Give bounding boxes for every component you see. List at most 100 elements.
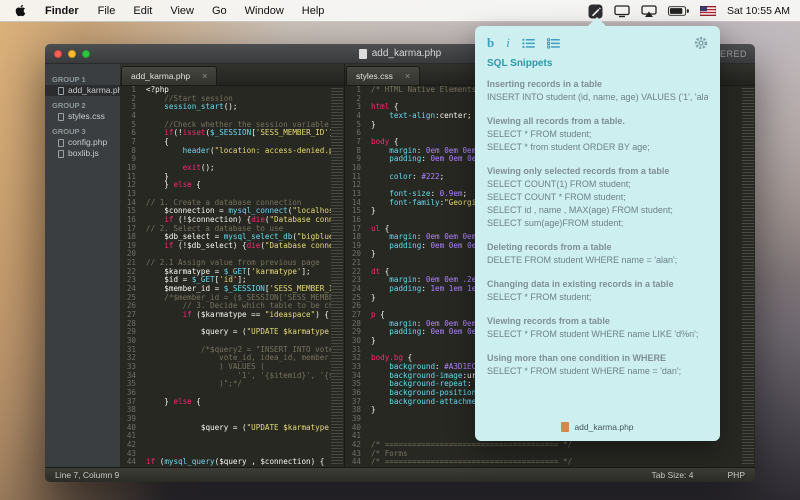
code-text[interactable]: <?php //Start session session_start(); /… [141, 86, 331, 467]
minimize-button[interactable] [68, 50, 76, 58]
popover-toolbar: b i [487, 33, 708, 53]
sidebar: GROUP 1add_karma.php GROUP 2styles.css GRO… [45, 64, 120, 467]
code-line[interactable]: } else { [146, 181, 331, 190]
code-line[interactable]: )";*/ [146, 380, 331, 389]
snippet-sql-line: SELECT * FROM student WHERE name = 'dan'… [487, 365, 708, 378]
tab-close-icon[interactable]: × [405, 72, 410, 81]
snippets-popover: b i SQL Snippets Inserting records in a … [475, 26, 720, 441]
code-line[interactable] [146, 441, 331, 450]
snippet-sql-line: SELECT * FROM student WHERE name LIKE 'd… [487, 328, 708, 341]
menu-item-window[interactable]: Window [236, 0, 293, 22]
sidebar-file-name: styles.css [68, 111, 105, 122]
snippet-sections: Inserting records in a tableINSERT INTO … [487, 78, 708, 378]
close-button[interactable] [54, 50, 62, 58]
tab-size-indicator[interactable]: Tab Size: 4 [651, 470, 693, 480]
code-line[interactable]: } else { [146, 398, 331, 407]
menu-item-file[interactable]: File [89, 0, 125, 22]
snippet-sql-line: SELECT COUNT * FROM student; [487, 191, 708, 204]
code-editor[interactable]: 1234567891011121314151617181920212223242… [120, 86, 344, 467]
snippet-section-title: Viewing records from a table [487, 315, 708, 328]
code-line[interactable]: /* =====================================… [371, 458, 742, 467]
menu-clock[interactable]: Sat 10:55 AM [727, 5, 790, 17]
snippet-section-title: Inserting records in a table [487, 78, 708, 91]
snippet-sql-line: DELETE FROM student WHERE name = 'alan'; [487, 254, 708, 267]
code-line[interactable]: if (mysql_query($query , $connection) { [146, 458, 331, 467]
sidebar-file-config.php[interactable]: config.php [45, 137, 120, 148]
code-line[interactable] [146, 432, 331, 441]
snippet-sql-line: SELECT COUNT(1) FROM student; [487, 178, 708, 191]
snippet-sql-line: INSERT INTO student (id, name, age) VALU… [487, 91, 708, 104]
italic-button[interactable]: i [506, 35, 510, 51]
traffic-lights [54, 44, 90, 64]
zoom-button[interactable] [82, 50, 90, 58]
battery-icon[interactable] [668, 6, 689, 16]
snippet-section: Changing data in existing records in a t… [487, 278, 708, 304]
display-icon[interactable] [614, 5, 630, 18]
menu-bar-extras: Sat 10:55 AM [588, 0, 790, 22]
check-list-icon[interactable] [547, 38, 560, 49]
tab-styles.css[interactable]: styles.css× [346, 66, 420, 85]
sidebar-file-add_karma.php[interactable]: add_karma.php [45, 85, 120, 96]
snippet-section: Viewing only selected records from a tab… [487, 165, 708, 230]
code-line[interactable]: header("location: access-denied.php"); [146, 147, 331, 156]
line-number: 44 [345, 458, 361, 467]
snippet-sql-line: SELECT sum(age)FROM student; [487, 217, 708, 230]
code-line[interactable] [146, 406, 331, 415]
attached-file-name: add_karma.php [574, 422, 633, 432]
apple-icon [15, 4, 26, 17]
file-icon [58, 150, 64, 158]
menu-item-view[interactable]: View [161, 0, 203, 22]
settings-gear-icon[interactable] [694, 36, 708, 50]
tab-label: add_karma.php [131, 71, 190, 81]
sidebar-file-boxlib.js[interactable]: boxlib.js [45, 148, 120, 159]
desktop-wallpaper: FinderFileEditViewGoWindowHelp Sat 10:55… [0, 0, 800, 500]
file-icon [58, 113, 64, 121]
sidebar-file-styles.css[interactable]: styles.css [45, 111, 120, 122]
code-line[interactable]: if(!isset($_SESSION['SESS_MEMBER_ID']) [146, 129, 331, 138]
airplay-icon[interactable] [641, 5, 657, 18]
us-flag-icon[interactable] [700, 6, 716, 16]
minimap[interactable] [742, 88, 754, 465]
apple-menu[interactable] [0, 4, 36, 17]
line-number: 44 [120, 458, 136, 467]
menu-item-help[interactable]: Help [293, 0, 334, 22]
note-title: SQL Snippets [487, 58, 708, 74]
bullet-list-icon[interactable] [522, 38, 535, 49]
snippet-sql-line: SELECT * from student ORDER BY age; [487, 141, 708, 154]
code-line[interactable]: /* =====================================… [371, 441, 742, 450]
snippet-section-title: Deleting records from a table [487, 241, 708, 254]
code-line[interactable]: if ($karmatype == "ideaspace") { [146, 311, 331, 320]
sidebar-file-name: add_karma.php [68, 85, 120, 96]
file-icon [58, 87, 64, 95]
tab-add_karma.php[interactable]: add_karma.php × [121, 66, 217, 85]
minimap[interactable] [331, 88, 343, 465]
document-icon [359, 49, 367, 59]
snippet-sql-line: SELECT * FROM student; [487, 128, 708, 141]
bold-button[interactable]: b [487, 35, 494, 51]
menu-item-go[interactable]: Go [203, 0, 236, 22]
sidebar-group-label: GROUP 1 [45, 74, 120, 85]
sidebar-group-label: GROUP 2 [45, 100, 120, 111]
sidebar-file-name: boxlib.js [68, 148, 99, 159]
sidebar-file-name: config.php [68, 137, 107, 148]
code-line[interactable]: if (!$db_select) {die("Database connecti… [146, 242, 331, 251]
cursor-position: Line 7, Column 9 [55, 470, 119, 480]
code-line[interactable]: session_start(); [146, 103, 331, 112]
snippet-sql-line: SELECT * FROM student; [487, 291, 708, 304]
attached-file-chip[interactable]: add_karma.php [475, 422, 720, 432]
popover-arrow [588, 17, 606, 26]
window-title: add_karma.php [359, 48, 442, 59]
snippet-section-title: Viewing only selected records from a tab… [487, 165, 708, 178]
tab-close-icon[interactable]: × [202, 72, 207, 81]
menu-item-finder[interactable]: Finder [36, 0, 89, 22]
code-line[interactable]: $query = ("UPDATE $karmatype SET karma")… [146, 328, 331, 337]
sidebar-group-label: GROUP 3 [45, 126, 120, 137]
code-line[interactable]: $query = ("UPDATE $karmatype SET karma")… [146, 424, 331, 433]
tab-bar: add_karma.php × [120, 64, 344, 86]
app-menu-items: FinderFileEditViewGoWindowHelp [36, 0, 333, 22]
syntax-indicator[interactable]: PHP [728, 470, 745, 480]
snippet-section-title: Changing data in existing records in a t… [487, 278, 708, 291]
line-numbers: 1234567891011121314151617181920212223242… [120, 86, 141, 467]
menu-item-edit[interactable]: Edit [124, 0, 161, 22]
code-line[interactable]: exit(); [146, 164, 331, 173]
